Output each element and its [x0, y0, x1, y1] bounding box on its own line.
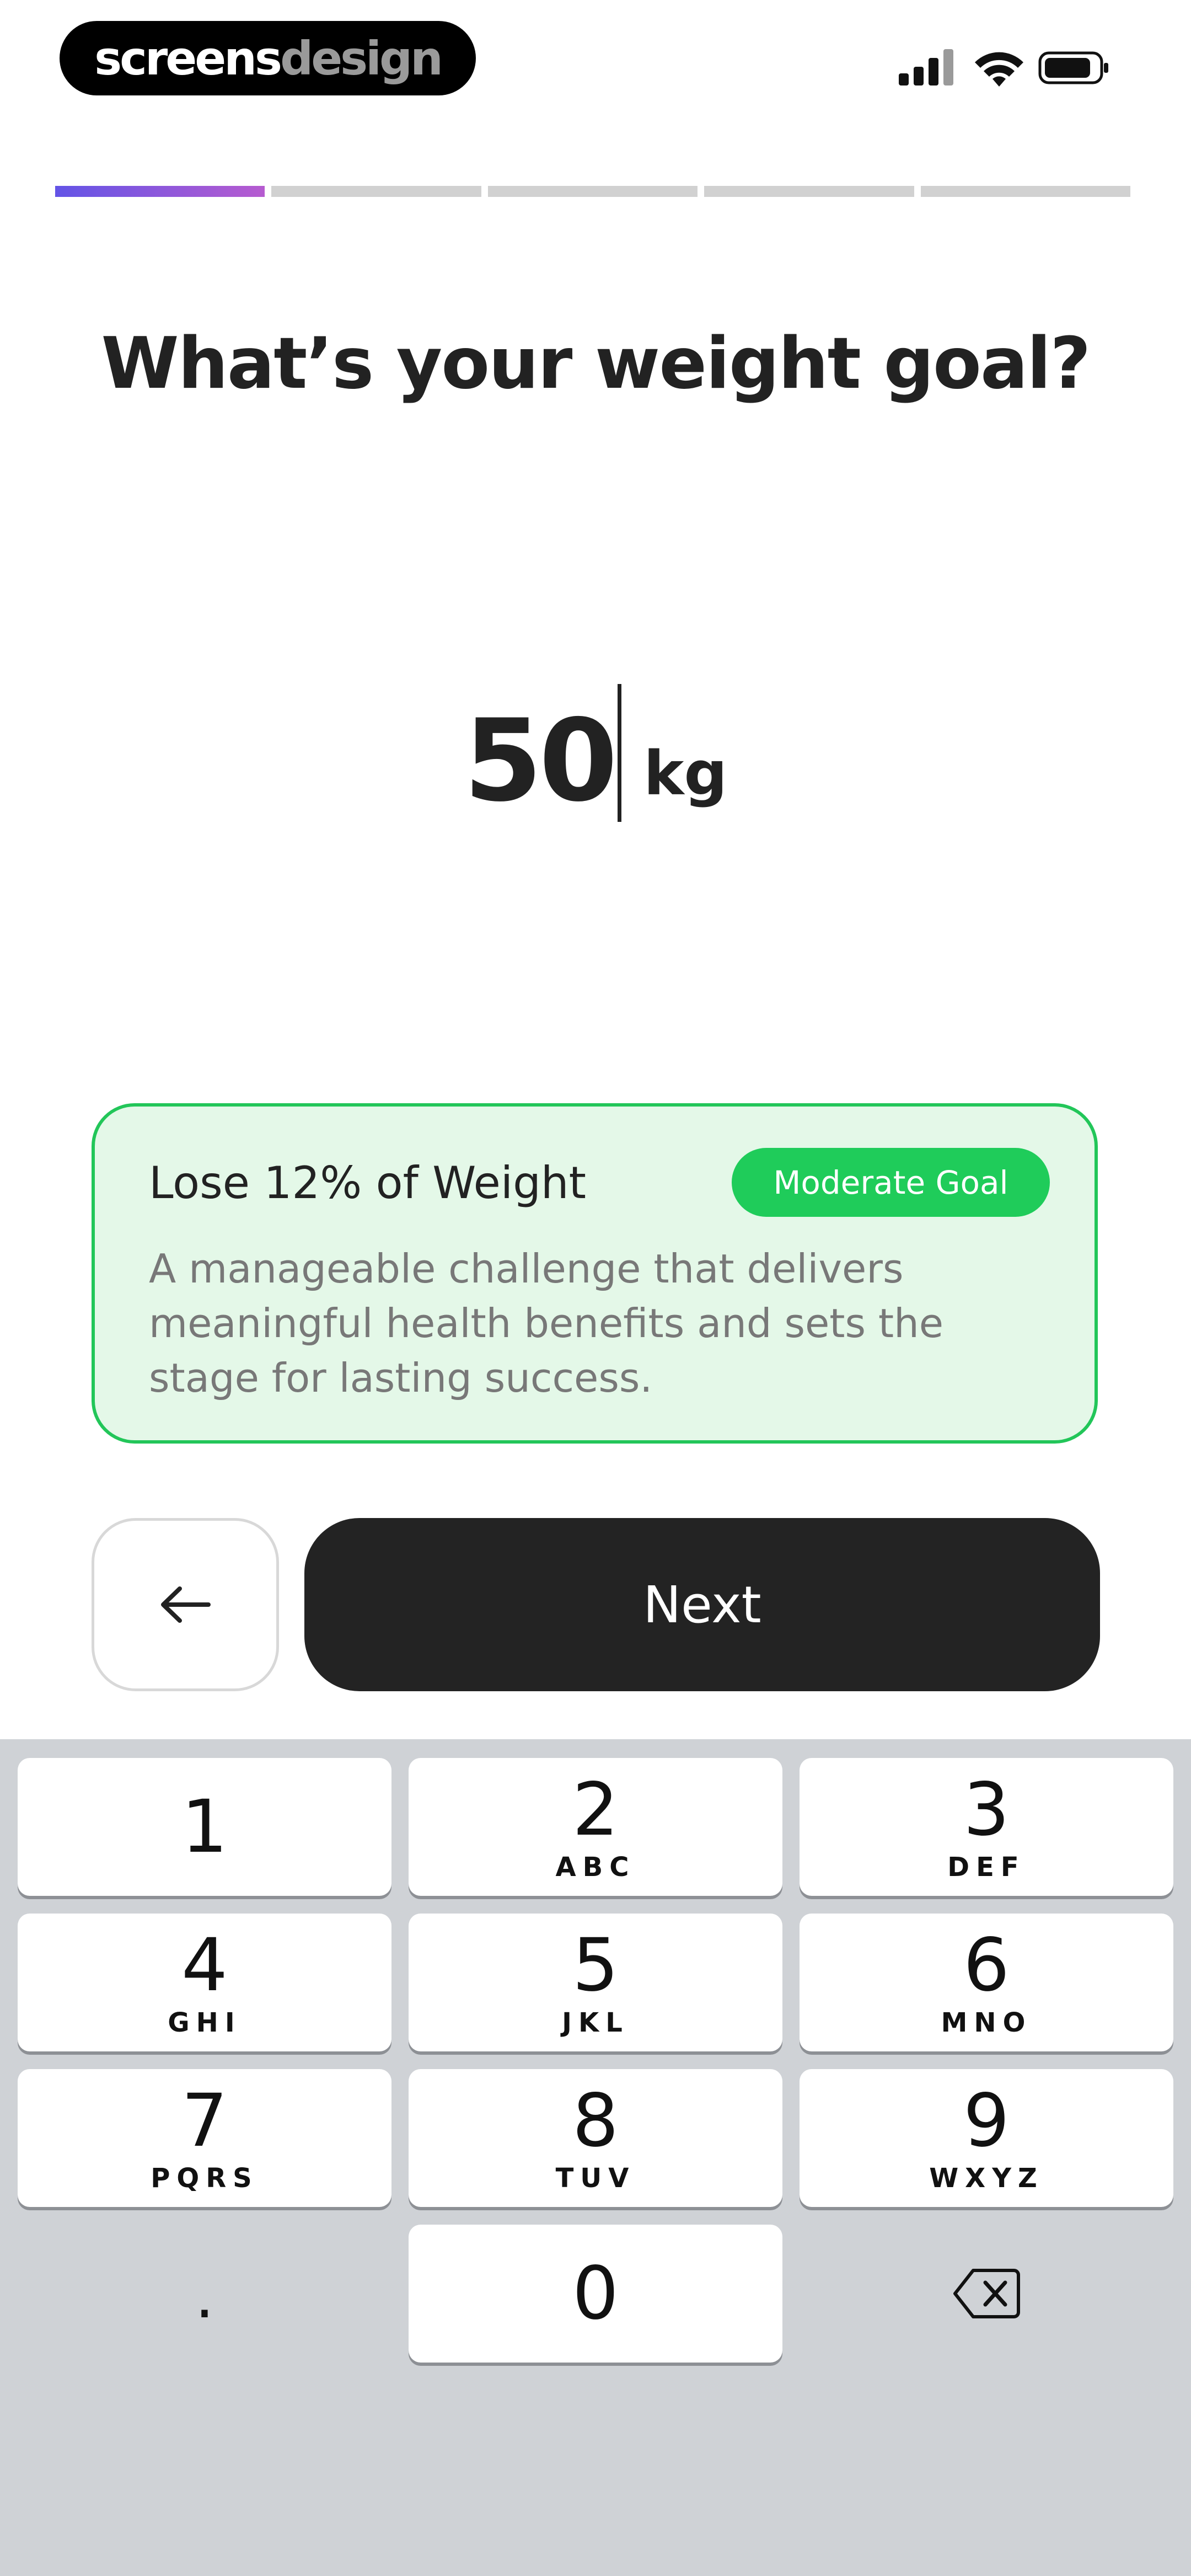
next-button[interactable]: Next: [304, 1518, 1100, 1691]
goal-summary-card: Lose 12% of Weight Moderate Goal A manag…: [92, 1103, 1098, 1444]
key-decimal-label: .: [195, 2261, 214, 2332]
logo-text-screens: screens: [94, 31, 282, 85]
key-1[interactable]: 1: [18, 1758, 391, 1896]
key-9[interactable]: 9 WXYZ: [800, 2069, 1173, 2207]
key-digit: 9: [963, 2078, 1010, 2163]
key-7[interactable]: 7 PQRS: [18, 2069, 391, 2207]
goal-title: Lose 12% of Weight: [149, 1157, 586, 1209]
key-8[interactable]: 8 TUV: [409, 2069, 782, 2207]
key-letters: MNO: [941, 2007, 1032, 2038]
weight-input[interactable]: 50 kg: [0, 684, 1191, 822]
key-letters: WXYZ: [929, 2163, 1044, 2194]
progress-step-5: [920, 186, 1131, 197]
key-0[interactable]: 0: [409, 2225, 782, 2363]
progress-step-4: [704, 186, 914, 197]
weight-unit: kg: [643, 738, 728, 809]
battery-icon: [1038, 51, 1108, 84]
key-2[interactable]: 2 ABC: [409, 1758, 782, 1896]
key-digit: 4: [181, 1923, 228, 2008]
backspace-icon: [953, 2269, 1020, 2318]
screensdesign-logo: screens design: [60, 21, 476, 95]
key-letters: PQRS: [151, 2163, 259, 2194]
goal-description: A manageable challenge that delivers mea…: [149, 1246, 944, 1401]
key-5[interactable]: 5 JKL: [409, 1914, 782, 2051]
progress-step-3: [487, 186, 698, 197]
back-button[interactable]: [92, 1518, 279, 1691]
key-digit: 6: [963, 1923, 1010, 2008]
key-digit: 8: [572, 2078, 619, 2163]
key-4[interactable]: 4 GHI: [18, 1914, 391, 2051]
text-cursor: [618, 684, 622, 822]
onboarding-progress: [55, 186, 1131, 197]
key-digit: 3: [963, 1767, 1010, 1852]
signal-icon: [899, 47, 959, 85]
key-letters: GHI: [168, 2007, 242, 2038]
numeric-keyboard: 1 2 ABC 3 DEF 4 GHI 5 JKL 6 MNO 7 PQRS 8…: [0, 1739, 1191, 2576]
goal-level-badge: Moderate Goal: [732, 1148, 1050, 1217]
logo-text-design: design: [280, 31, 443, 85]
wifi-icon: [975, 52, 1023, 87]
key-3[interactable]: 3 DEF: [800, 1758, 1173, 1896]
arrow-left-icon: [161, 1586, 211, 1623]
key-letters: ABC: [555, 1852, 636, 1883]
key-letters: TUV: [555, 2163, 636, 2194]
key-delete[interactable]: [800, 2225, 1173, 2363]
key-letters: JKL: [562, 2007, 629, 2038]
weight-value[interactable]: 50: [464, 701, 618, 822]
key-digit: 5: [572, 1923, 619, 2008]
key-decimal[interactable]: .: [18, 2225, 391, 2363]
progress-step-2: [271, 186, 481, 197]
page-title: What’s your weight goal?: [101, 323, 1091, 405]
progress-step-1: [55, 186, 265, 197]
key-digit: 2: [572, 1767, 619, 1852]
key-digit: 0: [572, 2251, 619, 2336]
key-letters: DEF: [947, 1852, 1026, 1883]
key-6[interactable]: 6 MNO: [800, 1914, 1173, 2051]
key-digit: 7: [181, 2078, 228, 2163]
key-digit: 1: [181, 1784, 228, 1869]
